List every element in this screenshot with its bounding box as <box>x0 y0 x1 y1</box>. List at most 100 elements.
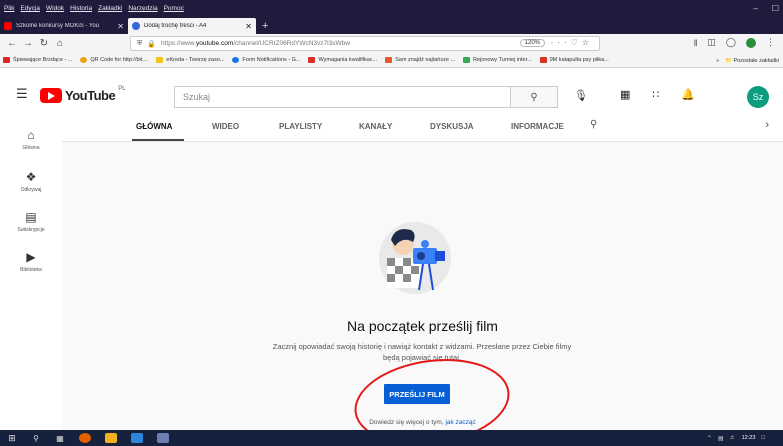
tab-title: Szkolne konkursy MOKiS - You <box>16 23 100 29</box>
star-bookmark-icon[interactable]: ☆ <box>582 38 593 47</box>
empty-state-description: Zacznij opowiadać swoją historię i nawią… <box>272 342 572 362</box>
menu-item-tools[interactable]: Narzędzia <box>128 5 157 12</box>
hamburger-menu-icon[interactable]: ☰ <box>16 86 28 102</box>
tab-videos[interactable]: WIDEO <box>212 122 239 131</box>
account-icon[interactable]: ◯ <box>726 37 736 48</box>
bookmark-favicon-icon <box>308 57 316 63</box>
taskbar-explorer-icon[interactable] <box>105 433 117 443</box>
avatar[interactable]: Sz <box>747 86 769 108</box>
sidebar-toggle-icon[interactable]: ◫ <box>707 37 716 48</box>
search-button[interactable]: ⚲ <box>510 86 558 108</box>
create-video-icon[interactable]: ▦ <box>620 88 630 101</box>
url-text: https://www.youtube.com/channel/UCRIZ06R… <box>161 40 350 47</box>
volume-icon[interactable]: ♬ <box>730 435 736 441</box>
channel-tabs: GŁÓWNA WIDEO PLAYLISTY KANAŁY DYSKUSJA I… <box>62 111 783 142</box>
search-input[interactable]: Szukaj <box>174 86 510 108</box>
mini-guide-sidebar: ⌂ Główna ❖ Odkrywaj ▤ Subskrypcje ▶ Bibl… <box>0 124 62 430</box>
bookmark-favicon-icon <box>80 57 88 63</box>
bookmark-item[interactable]: Sam znajdź najtańsze ... <box>385 57 455 63</box>
minimize-button[interactable]: – <box>753 4 757 13</box>
menu-item-edit[interactable]: Edycja <box>20 5 40 12</box>
bookmark-favicon-icon <box>232 57 240 63</box>
other-bookmarks-folder[interactable]: 📁 Pozostałe zakładki <box>725 58 779 64</box>
menu-item-file[interactable]: Plik <box>4 5 14 12</box>
tab-close-icon[interactable]: ✕ <box>245 22 252 31</box>
home-icon[interactable]: ⌂ <box>52 38 68 49</box>
youtube-play-icon <box>40 88 62 103</box>
bookmark-favicon-icon <box>539 57 547 63</box>
browser-tab-active[interactable]: Dodaj trochę treści - A4 ✕ <box>128 18 256 34</box>
page-actions-more-icon[interactable]: ··· <box>551 38 571 47</box>
search-icon: ⚲ <box>530 91 538 103</box>
bookmarks-overflow: » 📁 Pozostałe zakładki <box>716 53 779 68</box>
sidebar-item-home[interactable]: ⌂ Główna <box>0 128 62 151</box>
learn-more-link[interactable]: jak zacząć <box>445 419 475 426</box>
tab-about[interactable]: INFORMACJE <box>511 122 564 131</box>
folder-icon: 📁 <box>725 57 732 64</box>
taskbar-clock[interactable]: 12:23 <box>742 435 756 441</box>
tray-chevron-up-icon[interactable]: ⌃ <box>707 435 712 442</box>
browser-tab-youtube[interactable]: Szkolne konkursy MOKiS - You ✕ <box>0 18 128 34</box>
tab-playlists[interactable]: PLAYLISTY <box>279 122 322 131</box>
bookmark-item[interactable]: Form Notifications - G... <box>232 57 300 63</box>
browser-menu-bar: Plik Edycja Widok Historia Zakładki Narz… <box>0 0 783 17</box>
windows-start-icon[interactable]: ⊞ <box>0 433 24 444</box>
explore-icon: ❖ <box>25 170 37 184</box>
chevron-right-icon[interactable]: › <box>765 119 769 131</box>
bookmark-item[interactable]: Śpiewające Brzdące - ... <box>3 57 72 63</box>
task-view-icon[interactable]: ▦ <box>48 434 72 443</box>
bookmark-item[interactable]: 9M katapulta psy piłka... <box>539 57 609 63</box>
url-host: youtube.com <box>196 40 234 47</box>
bookmark-label: Wymagania kwalifikac... <box>318 57 378 63</box>
microphone-icon[interactable]: 🎙 <box>574 89 588 102</box>
network-icon[interactable]: ▤ <box>718 435 724 442</box>
apps-grid-icon[interactable]: ∷ <box>652 88 659 101</box>
bookmark-item[interactable]: Rejonowy Turniej inter... <box>463 57 532 63</box>
youtube-logo-text: YouTube <box>65 88 116 103</box>
menu-item-view[interactable]: Widok <box>46 5 64 12</box>
overflow-menu-icon[interactable]: ⋮ <box>766 37 775 48</box>
taskbar-firefox-icon[interactable] <box>79 433 91 443</box>
back-arrow-icon[interactable]: ← <box>4 38 20 49</box>
header-actions: ▦ ∷ 🔔 <box>620 88 695 101</box>
upload-video-button[interactable]: PRZEŚLIJ FILM <box>384 384 450 404</box>
forward-arrow-icon[interactable]: → <box>20 38 36 49</box>
bookmarks-more-button[interactable]: » <box>716 58 719 64</box>
new-tab-button[interactable]: + <box>262 18 268 34</box>
sidebar-item-subscriptions[interactable]: ▤ Subskrypcje <box>0 210 62 233</box>
bookmark-item[interactable]: Wymagania kwalifikac... <box>308 57 377 63</box>
tab-close-icon[interactable]: ✕ <box>117 22 124 31</box>
windows-taskbar: ⊞ ⚲ ▦ ⌃ ▤ ♬ 12:23 □ <box>0 430 783 446</box>
bookmark-item[interactable]: eKreda - Tworzę zaso... <box>156 57 224 63</box>
notification-center-icon[interactable]: □ <box>761 435 765 441</box>
menu-item-help[interactable]: Pomoc <box>164 5 184 12</box>
tab-home[interactable]: GŁÓWNA <box>136 122 172 131</box>
extension-icon[interactable] <box>746 37 756 48</box>
url-bar[interactable]: ⛨ 🔒 https://www.youtube.com/channel/UCRI… <box>130 36 600 51</box>
pocket-icon[interactable]: ♡ <box>571 38 582 47</box>
bookmark-item[interactable]: QR Code for http://bit.... <box>80 57 148 63</box>
tab-discussion[interactable]: DYSKUSJA <box>430 122 474 131</box>
bookmark-label: 9M katapulta psy piłka... <box>549 57 609 63</box>
menu-item-history[interactable]: Historia <box>70 5 92 12</box>
taskbar-store-icon[interactable] <box>131 433 143 443</box>
tab-channels[interactable]: KANAŁY <box>359 122 392 131</box>
taskbar-app-icon[interactable] <box>157 433 169 443</box>
zoom-level[interactable]: 120% <box>519 39 545 47</box>
library-toolbar-icon[interactable]: ‖ <box>694 38 698 48</box>
maximize-button[interactable]: ☐ <box>772 4 779 13</box>
notifications-bell-icon[interactable]: 🔔 <box>681 88 695 101</box>
youtube-logo[interactable]: YouTube PL <box>40 86 126 103</box>
sidebar-item-explore[interactable]: ❖ Odkrywaj <box>0 170 62 193</box>
navigation-toolbar: ← → ↻ ⌂ ⛨ 🔒 https://www.youtube.com/chan… <box>0 34 783 53</box>
taskbar-search-icon[interactable]: ⚲ <box>24 434 48 443</box>
menu-item-bookmarks[interactable]: Zakładki <box>98 5 122 12</box>
bookmark-label: QR Code for http://bit.... <box>90 57 149 63</box>
channel-search-icon[interactable]: ⚲ <box>590 119 597 130</box>
system-tray: ⌃ ▤ ♬ 12:23 □ <box>707 430 765 446</box>
sidebar-item-label: Odkrywaj <box>20 187 42 193</box>
other-bookmarks-label: Pozostałe zakładki <box>733 57 779 64</box>
reload-icon[interactable]: ↻ <box>36 38 52 49</box>
bookmark-label: eKreda - Tworzę zaso... <box>166 57 225 63</box>
sidebar-item-library[interactable]: ▶ Biblioteka <box>0 250 62 273</box>
